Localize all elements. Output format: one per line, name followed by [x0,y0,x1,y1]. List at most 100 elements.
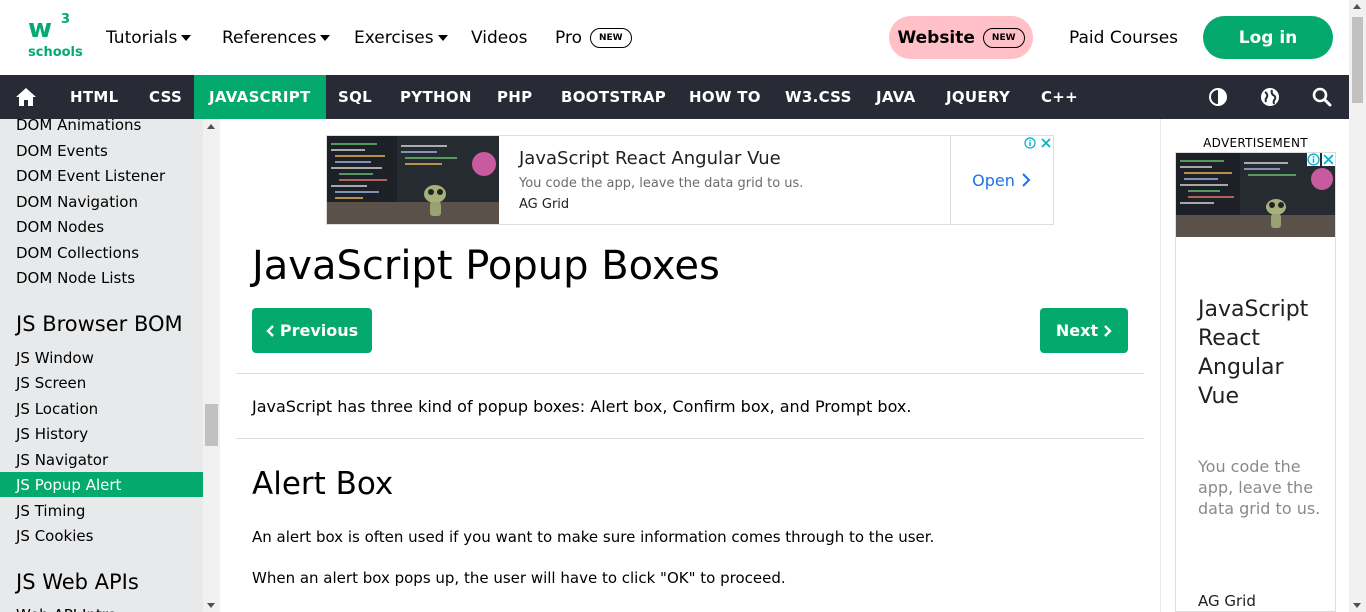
sidebar-item-js-screen[interactable]: JS Screen [0,370,203,395]
paid-courses-link[interactable]: Paid Courses [1069,26,1178,50]
divider [236,373,1144,374]
chevron-right-icon [1022,173,1031,187]
home-icon[interactable] [11,75,41,119]
scroll-up-arrow-icon[interactable] [207,124,215,129]
search-icon[interactable] [1307,75,1337,119]
nav-jquery[interactable]: JQUERY [946,75,1010,119]
new-badge: NEW [982,27,1025,48]
nav-css[interactable]: CSS [149,75,182,119]
ad-controls [1023,136,1053,151]
website-button[interactable]: Website NEW [889,16,1033,59]
next-button[interactable]: Next [1040,308,1128,353]
ad-image [327,136,499,224]
contrast-icon[interactable] [1203,75,1233,119]
scroll-up-arrow-icon[interactable] [1353,4,1361,9]
page-title: JavaScript Popup Boxes [252,243,720,289]
sidebar-item-js-history[interactable]: JS History [0,421,203,446]
advertisement-label: ADVERTISEMENT [1203,136,1308,150]
nav-cpp[interactable]: C++ [1041,75,1078,119]
skyscraper-ad-brand: AG Grid [1198,592,1256,610]
sidebar-item-dom-collections[interactable]: DOM Collections [0,240,203,265]
tutorials-label: Tutorials [106,28,178,48]
chevron-right-icon [1104,324,1112,337]
paid-courses-label: Paid Courses [1069,28,1179,48]
right-ad-column: ADVERTISEMENT JavaScript React Angular V… [1160,119,1349,612]
sidebar-scroll-thumb[interactable] [205,404,218,446]
tutorials-menu[interactable]: Tutorials [106,26,192,50]
caret-down-icon [181,35,192,41]
skyscraper-ad-description: You code the app, leave the data grid to… [1198,457,1321,518]
sidebar-item-js-timing[interactable]: JS Timing [0,498,203,523]
nav-html[interactable]: HTML [70,75,118,119]
ad-open-label: Open [972,170,1015,190]
sidebar-item-dom-animations[interactable]: DOM Animations [0,119,203,137]
divider [236,438,1144,439]
nav-python[interactable]: PYTHON [400,75,472,119]
exercises-label: Exercises [354,28,434,48]
sidebar-item-web-api-intro[interactable]: Web API Intro [0,602,203,612]
nav-bootstrap[interactable]: BOOTSTRAP [561,75,666,119]
sidebar-item-dom-navigation[interactable]: DOM Navigation [0,189,203,214]
chevron-left-icon [266,324,274,337]
videos-label: Videos [471,28,528,48]
close-icon[interactable] [1322,153,1335,171]
page-scrollbar[interactable] [1349,0,1366,612]
top-bar: w 3 schools Tutorials References Exercis… [0,0,1349,75]
info-icon[interactable] [1307,153,1320,171]
new-badge: NEW [589,28,632,48]
alert-box-heading: Alert Box [252,466,394,502]
skyscraper-ad-controls [1307,153,1335,171]
caret-down-icon [437,35,448,41]
w3schools-logo[interactable]: w 3 schools [26,12,83,62]
nav-how-to[interactable]: HOW TO [689,75,761,119]
sidebar-item-js-window[interactable]: JS Window [0,345,203,370]
previous-button[interactable]: Previous [252,308,372,353]
nav-php[interactable]: PHP [497,75,532,119]
nav-sql[interactable]: SQL [338,75,372,119]
sidebar-item-js-navigator[interactable]: JS Navigator [0,447,203,472]
main-content: JavaScript React Angular Vue You code th… [220,119,1160,612]
scroll-down-arrow-icon[interactable] [1353,603,1361,608]
logo-wordmark: schools [28,45,83,60]
globe-icon[interactable] [1255,75,1285,119]
sidebar-scrollbar[interactable] [203,119,220,612]
sidebar-item-dom-nodes[interactable]: DOM Nodes [0,214,203,239]
videos-link[interactable]: Videos [471,26,528,50]
sidebar-item-dom-node-lists[interactable]: DOM Node Lists [0,265,203,290]
next-label: Next [1055,321,1099,340]
sidebar: DOM Animations DOM Events DOM Event List… [0,119,220,612]
sidebar-item-js-location[interactable]: JS Location [0,396,203,421]
sidebar-item-js-popup-alert[interactable]: JS Popup Alert [0,472,203,497]
sidebar-item-js-cookies[interactable]: JS Cookies [0,523,203,548]
alert-paragraph-1: An alert box is often used if you want t… [252,528,935,546]
ad-brand: AG Grid [519,197,570,212]
ad-banner[interactable]: JavaScript React Angular Vue You code th… [326,135,1054,225]
page-scroll-thumb[interactable] [1352,17,1363,103]
ad-title[interactable]: JavaScript React Angular Vue [519,148,781,169]
pro-label: Pro [555,28,582,48]
website-label: Website [897,27,975,48]
logo-superscript: 3 [61,12,71,27]
intro-paragraph: JavaScript has three kind of popup boxes… [252,397,912,416]
exercises-menu[interactable]: Exercises [354,26,448,50]
logo-mark: w [28,14,52,44]
references-menu[interactable]: References [222,26,331,50]
sidebar-item-dom-events[interactable]: DOM Events [0,138,203,163]
nav-w3css[interactable]: W3.CSS [785,75,852,119]
nav-java[interactable]: JAVA [876,75,916,119]
sidebar-heading-bom: JS Browser BOM [16,312,183,336]
caret-down-icon [320,35,331,41]
ad-description: You code the app, leave the data grid to… [519,176,804,191]
skyscraper-ad-title[interactable]: JavaScript React Angular Vue [1198,295,1323,411]
nav-javascript[interactable]: JAVASCRIPT [194,75,326,119]
info-icon[interactable] [1023,136,1037,150]
scroll-down-arrow-icon[interactable] [207,603,215,608]
previous-label: Previous [279,321,359,340]
skyscraper-ad[interactable]: JavaScript React Angular Vue You code th… [1175,152,1336,612]
close-icon[interactable] [1039,136,1053,150]
login-button[interactable]: Log in [1203,16,1333,59]
sidebar-heading-web-apis: JS Web APIs [16,570,139,594]
language-nav: HTML CSS JAVASCRIPT SQL PYTHON PHP BOOTS… [0,75,1349,119]
pro-link[interactable]: Pro NEW [555,26,632,50]
sidebar-item-dom-event-listener[interactable]: DOM Event Listener [0,163,203,188]
